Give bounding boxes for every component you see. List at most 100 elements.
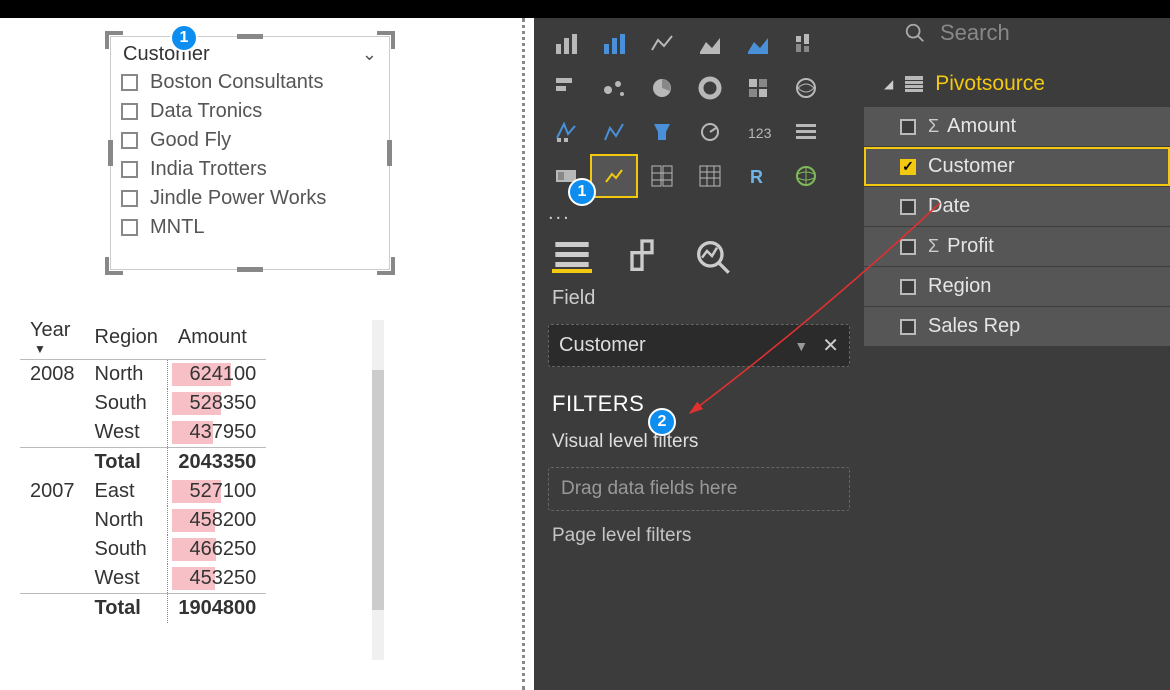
cell-year: [20, 418, 85, 448]
table-row: South528350: [20, 389, 266, 418]
cell-region: East: [85, 477, 168, 506]
visual-level-filters-label: Visual level filters: [534, 423, 864, 461]
slicer-visual[interactable]: Customer ⌄ Boston Consultants Data Tronic…: [110, 36, 390, 270]
fields-search[interactable]: Search: [864, 18, 1170, 54]
field-amount[interactable]: ΣAmount: [864, 107, 1170, 146]
checkbox-icon[interactable]: [121, 132, 138, 149]
slicer-item[interactable]: Good Fly: [111, 126, 389, 155]
viz-combo[interactable]: [544, 112, 588, 152]
table-scrollbar-thumb[interactable]: [372, 370, 384, 610]
checkbox-icon[interactable]: [900, 119, 916, 135]
cell-region: South: [85, 389, 168, 418]
cell-year: [20, 594, 85, 624]
cell-year: 2007: [20, 477, 85, 506]
viz-matrix[interactable]: [688, 156, 732, 196]
slicer-header[interactable]: Customer ⌄: [111, 37, 389, 68]
viz-funnel[interactable]: [640, 112, 684, 152]
slicer-item-label: Data Tronics: [150, 100, 262, 123]
callout-badge-1b: 1: [568, 178, 596, 206]
viz-card[interactable]: 123: [736, 112, 780, 152]
col-year[interactable]: Year▼: [20, 316, 85, 360]
slicer-item-label: MNTL: [150, 216, 204, 239]
field-sales-rep[interactable]: Sales Rep: [864, 307, 1170, 346]
resize-handle-b[interactable]: [237, 267, 263, 272]
fields-tab[interactable]: [552, 239, 592, 273]
viz-treemap[interactable]: [736, 68, 780, 108]
table-row: 2008North624100: [20, 360, 266, 390]
viz-gauge[interactable]: [688, 112, 732, 152]
cell-year: [20, 448, 85, 478]
checkbox-icon[interactable]: [900, 239, 916, 255]
checkbox-icon[interactable]: [900, 279, 916, 295]
format-tab[interactable]: [622, 239, 662, 273]
checkbox-icon[interactable]: [121, 190, 138, 207]
checkbox-icon[interactable]: [121, 103, 138, 120]
viz-map-globe[interactable]: [784, 68, 828, 108]
resize-handle-br[interactable]: [377, 257, 395, 275]
resize-handle-t[interactable]: [237, 34, 263, 39]
slicer-item-label: India Trotters: [150, 158, 267, 181]
checkbox-icon[interactable]: [900, 199, 916, 215]
viz-donut[interactable]: [688, 68, 732, 108]
resize-handle-tr[interactable]: [377, 31, 395, 49]
checkbox-icon[interactable]: [121, 219, 138, 236]
slicer-item[interactable]: Boston Consultants: [111, 68, 389, 97]
checkbox-icon[interactable]: ✓: [900, 159, 916, 175]
analytics-tab[interactable]: [692, 239, 732, 273]
page-level-filters-label: Page level filters: [534, 517, 864, 555]
viz-scatter[interactable]: [592, 68, 636, 108]
resize-handle-r[interactable]: [387, 140, 392, 166]
field-date[interactable]: Date: [864, 187, 1170, 226]
field-region[interactable]: Region: [864, 267, 1170, 306]
col-region[interactable]: Region: [85, 316, 168, 360]
field-well-customer[interactable]: Customer ▼ ✕: [548, 324, 850, 367]
chevron-down-icon[interactable]: ⌄: [362, 44, 377, 65]
fields-table-name: Pivotsource: [935, 72, 1045, 96]
cell-amount: 466250: [168, 535, 266, 564]
viz-stacked-bar[interactable]: [544, 24, 588, 64]
checkbox-icon[interactable]: [900, 319, 916, 335]
resize-handle-bl[interactable]: [105, 257, 123, 275]
filters-heading: FILTERS: [534, 373, 864, 423]
table-visual[interactable]: Year▼ Region Amount 2008North624100South…: [20, 316, 390, 623]
slicer-item-label: Good Fly: [150, 129, 231, 152]
resize-handle-l[interactable]: [108, 140, 113, 166]
fields-table-pivotsource[interactable]: ◢ Pivotsource: [884, 72, 1162, 96]
viz-bar-horizontal[interactable]: [544, 68, 588, 108]
field-well-dropdown-icon[interactable]: ▼: [794, 338, 808, 354]
col-amount[interactable]: Amount: [168, 316, 266, 360]
fields-pane: Search ◢ Pivotsource ΣAmount✓CustomerDat…: [864, 18, 1170, 690]
search-icon: [904, 22, 926, 44]
viz-multi-row-card[interactable]: [784, 112, 828, 152]
slicer-item[interactable]: Jindle Power Works: [111, 184, 389, 213]
viz-slicer[interactable]: [592, 156, 636, 196]
field-profit[interactable]: ΣProfit: [864, 227, 1170, 266]
pane-divider: [522, 18, 525, 690]
table-scrollbar-track[interactable]: [372, 320, 384, 660]
field-well-remove-icon[interactable]: ✕: [822, 333, 839, 358]
viz-line[interactable]: [640, 24, 684, 64]
slicer-item[interactable]: MNTL: [111, 213, 389, 242]
viz-clustered-bar[interactable]: [592, 24, 636, 64]
table-row: South466250: [20, 535, 266, 564]
table-row: West453250: [20, 564, 266, 594]
resize-handle-tl[interactable]: [105, 31, 123, 49]
cell-amount: 528350: [168, 389, 266, 418]
checkbox-icon[interactable]: [121, 74, 138, 91]
cell-region: North: [85, 360, 168, 390]
viz-stacked-area[interactable]: [736, 24, 780, 64]
slicer-item[interactable]: Data Tronics: [111, 97, 389, 126]
checkbox-icon[interactable]: [121, 161, 138, 178]
field-customer[interactable]: ✓Customer: [864, 147, 1170, 186]
callout-badge-1a: 1: [170, 24, 198, 52]
visual-filters-dropzone[interactable]: Drag data fields here: [548, 467, 850, 511]
cell-year: [20, 506, 85, 535]
viz-table-viz[interactable]: [640, 156, 684, 196]
viz-pie[interactable]: [640, 68, 684, 108]
viz-waterfall[interactable]: [592, 112, 636, 152]
viz-r-visual[interactable]: R: [736, 156, 780, 196]
viz-area[interactable]: [688, 24, 732, 64]
slicer-item[interactable]: India Trotters: [111, 155, 389, 184]
viz-arcgis[interactable]: [784, 156, 828, 196]
viz-stacked-column[interactable]: [784, 24, 828, 64]
